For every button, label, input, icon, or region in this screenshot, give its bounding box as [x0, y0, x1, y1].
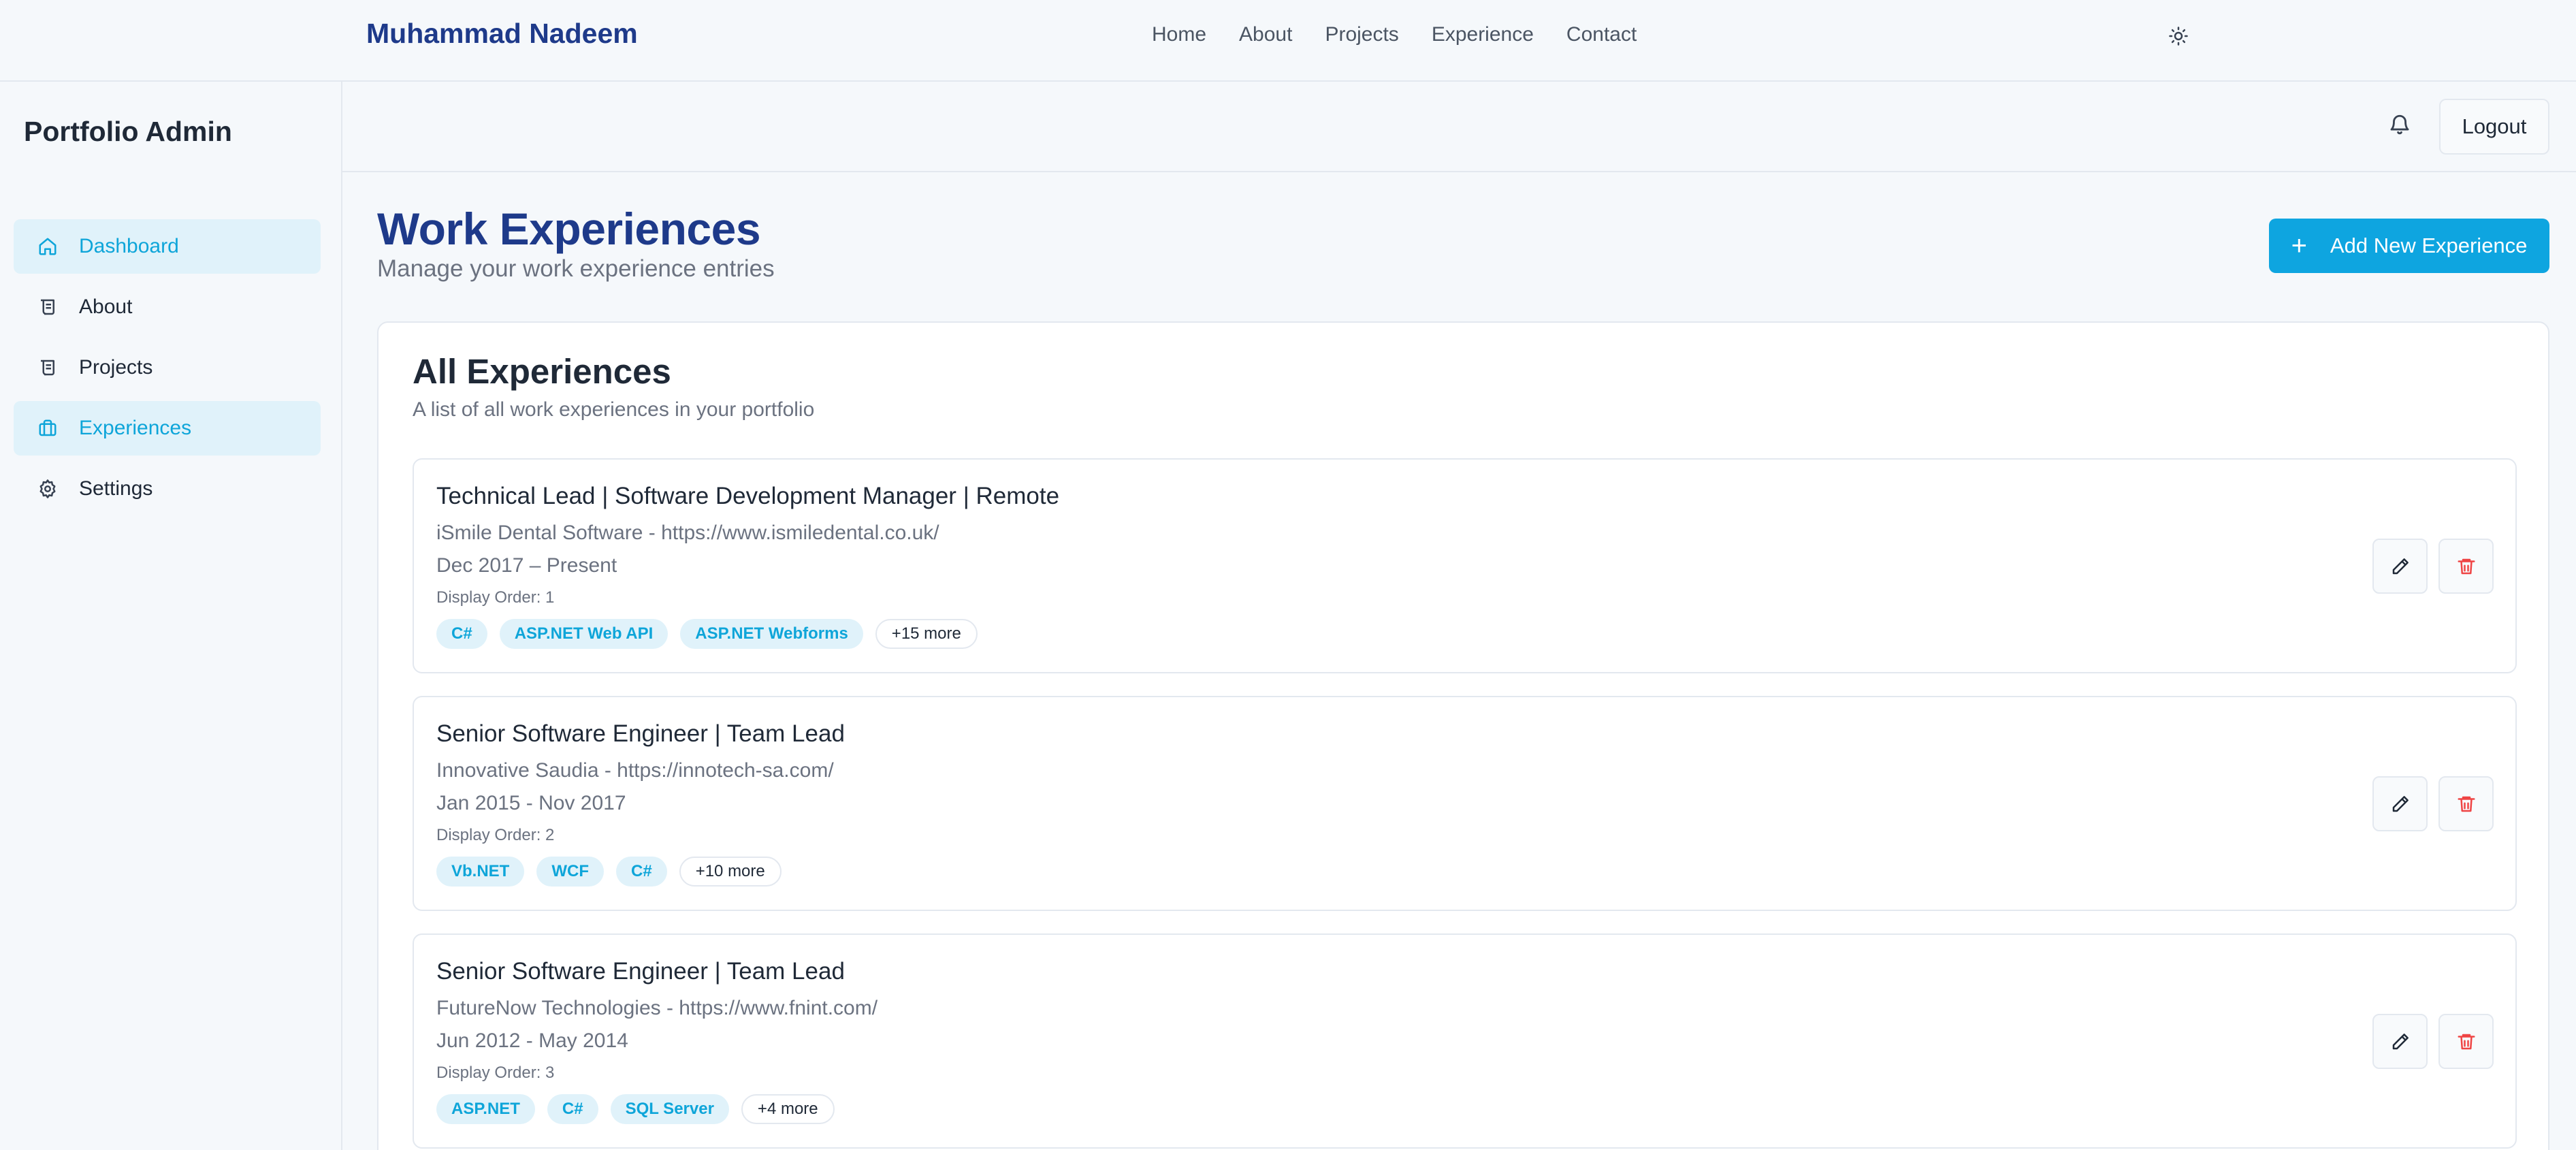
add-button-label: Add New Experience	[2330, 234, 2528, 257]
sun-icon[interactable]	[2168, 26, 2189, 46]
experience-title: Senior Software Engineer | Team Lead	[436, 958, 845, 985]
experience-list: Technical Lead | Software Development Ma…	[413, 458, 2517, 1150]
experience-dates: Dec 2017 – Present	[436, 554, 617, 577]
site-navbar: Muhammad Nadeem Home About Projects Expe…	[0, 0, 2576, 82]
nav-link-contact[interactable]: Contact	[1566, 23, 1637, 46]
home-icon	[37, 236, 59, 257]
experience-title: Technical Lead | Software Development Ma…	[436, 483, 1060, 509]
edit-button[interactable]	[2372, 539, 2428, 594]
add-new-experience-button[interactable]: + Add New Experience	[2269, 219, 2549, 273]
sidebar-item-label: About	[79, 296, 133, 318]
sidebar-title: Portfolio Admin	[24, 116, 232, 147]
card-description: A list of all work experiences in your p…	[413, 398, 815, 421]
experience-company: Innovative Saudia - https://innotech-sa.…	[436, 759, 834, 782]
admin-header	[342, 82, 2576, 172]
edit-button[interactable]	[2372, 776, 2428, 831]
experience-tags: C# ASP.NET Web API ASP.NET Webforms +15 …	[436, 619, 978, 649]
admin-sidebar: Portfolio Admin Dashboard About Projects…	[0, 82, 342, 1150]
sidebar-item-label: Dashboard	[79, 235, 179, 257]
pencil-icon	[2392, 558, 2409, 574]
experience-display-order: Display Order: 1	[436, 588, 555, 607]
sidebar-item-label: Projects	[79, 356, 153, 379]
experience-display-order: Display Order: 2	[436, 826, 555, 844]
gear-icon	[37, 478, 59, 500]
sidebar-item-label: Settings	[79, 477, 153, 500]
trash-icon	[2458, 796, 2475, 812]
tech-tag: ASP.NET Webforms	[680, 619, 863, 649]
experience-company: iSmile Dental Software - https://www.ism…	[436, 522, 939, 544]
experience-dates: Jun 2012 - May 2014	[436, 1029, 628, 1052]
page-title: Work Experiences	[377, 204, 761, 254]
tech-tag: SQL Server	[610, 1094, 729, 1124]
experience-display-order: Display Order: 3	[436, 1064, 555, 1082]
tech-tag: C#	[547, 1094, 598, 1124]
nav-link-about[interactable]: About	[1239, 23, 1292, 46]
experience-tags: Vb.NET WCF C# +10 more	[436, 857, 782, 887]
experiences-card: All Experiences A list of all work exper…	[377, 321, 2549, 1150]
pencil-icon	[2392, 795, 2409, 812]
nav-link-projects[interactable]: Projects	[1325, 23, 1398, 46]
sidebar-menu: Dashboard About Projects Experiences Set…	[14, 219, 321, 522]
trash-icon	[2458, 558, 2475, 574]
trash-icon	[2458, 1034, 2475, 1049]
logout-button[interactable]: Logout	[2439, 99, 2549, 155]
experience-company: FutureNow Technologies - https://www.fni…	[436, 997, 878, 1019]
sidebar-item-label: Experiences	[79, 417, 192, 439]
experience-item: Senior Software Engineer | Team Lead Inn…	[413, 696, 2517, 911]
edit-button[interactable]	[2372, 1014, 2428, 1069]
sidebar-item-experiences[interactable]: Experiences	[14, 401, 321, 456]
experience-item: Senior Software Engineer | Team Lead Fut…	[413, 933, 2517, 1149]
pencil-icon	[2392, 1033, 2409, 1049]
site-nav-links: Home About Projects Experience Contact	[1152, 23, 1637, 46]
scroll-icon	[37, 357, 59, 379]
sidebar-item-dashboard[interactable]: Dashboard	[14, 219, 321, 274]
nav-link-experience[interactable]: Experience	[1432, 23, 1534, 46]
briefcase-icon	[37, 417, 59, 439]
sidebar-item-about[interactable]: About	[14, 280, 321, 334]
tech-tag: ASP.NET	[436, 1094, 535, 1124]
tech-tag: C#	[436, 619, 487, 649]
more-tags-badge: +15 more	[875, 619, 978, 649]
sidebar-item-projects[interactable]: Projects	[14, 340, 321, 395]
nav-link-home[interactable]: Home	[1152, 23, 1206, 46]
delete-button[interactable]	[2438, 539, 2494, 594]
experience-item: Technical Lead | Software Development Ma…	[413, 458, 2517, 673]
delete-button[interactable]	[2438, 1014, 2494, 1069]
sidebar-item-settings[interactable]: Settings	[14, 462, 321, 516]
delete-button[interactable]	[2438, 776, 2494, 831]
page-subtitle: Manage your work experience entries	[377, 255, 775, 282]
scroll-icon	[37, 296, 59, 318]
more-tags-badge: +10 more	[679, 857, 782, 887]
more-tags-badge: +4 more	[741, 1094, 835, 1124]
experience-title: Senior Software Engineer | Team Lead	[436, 720, 845, 747]
tech-tag: Vb.NET	[436, 857, 525, 887]
plus-icon: +	[2291, 231, 2307, 261]
tech-tag: C#	[616, 857, 667, 887]
experience-tags: ASP.NET C# SQL Server +4 more	[436, 1094, 835, 1124]
card-title: All Experiences	[413, 352, 671, 391]
bell-icon[interactable]	[2388, 113, 2411, 136]
tech-tag: WCF	[536, 857, 604, 887]
tech-tag: ASP.NET Web API	[499, 619, 669, 649]
site-brand[interactable]: Muhammad Nadeem	[366, 18, 638, 50]
experience-dates: Jan 2015 - Nov 2017	[436, 792, 626, 814]
